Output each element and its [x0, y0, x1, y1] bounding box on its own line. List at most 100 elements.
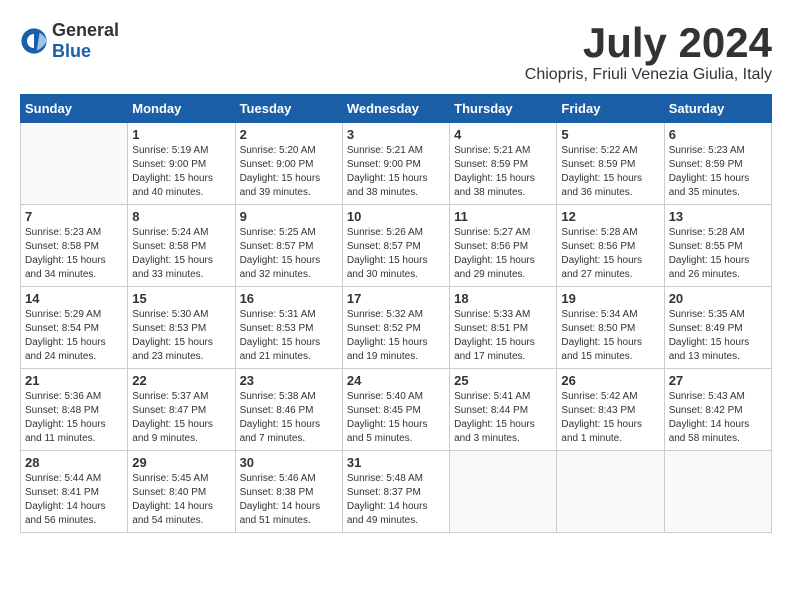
calendar-header: SundayMondayTuesdayWednesdayThursdayFrid…: [21, 95, 772, 123]
day-cell: 13 Sunrise: 5:28 AM Sunset: 8:55 PM Dayli…: [664, 205, 771, 287]
day-cell: 18 Sunrise: 5:33 AM Sunset: 8:51 PM Dayli…: [450, 287, 557, 369]
day-number: 30: [240, 455, 338, 470]
title-area: July 2024 Chiopris, Friuli Venezia Giuli…: [525, 20, 772, 84]
day-cell: 29 Sunrise: 5:45 AM Sunset: 8:40 PM Dayli…: [128, 451, 235, 533]
day-info: Sunrise: 5:43 AM Sunset: 8:42 PM Dayligh…: [669, 390, 767, 446]
day-info: Sunrise: 5:24 AM Sunset: 8:58 PM Dayligh…: [132, 226, 230, 282]
day-info: Sunrise: 5:48 AM Sunset: 8:37 PM Dayligh…: [347, 472, 445, 528]
day-number: 28: [25, 455, 123, 470]
header-cell-tuesday: Tuesday: [235, 95, 342, 123]
day-cell: 8 Sunrise: 5:24 AM Sunset: 8:58 PM Daylig…: [128, 205, 235, 287]
day-info: Sunrise: 5:26 AM Sunset: 8:57 PM Dayligh…: [347, 226, 445, 282]
day-cell: [450, 451, 557, 533]
day-info: Sunrise: 5:31 AM Sunset: 8:53 PM Dayligh…: [240, 308, 338, 364]
day-info: Sunrise: 5:41 AM Sunset: 8:44 PM Dayligh…: [454, 390, 552, 446]
day-info: Sunrise: 5:38 AM Sunset: 8:46 PM Dayligh…: [240, 390, 338, 446]
day-number: 21: [25, 373, 123, 388]
day-cell: 5Sunrise: 5:22 AM Sunset: 8:59 PM Daylig…: [557, 123, 664, 205]
day-cell: 23Sunrise: 5:38 AM Sunset: 8:46 PM Dayli…: [235, 369, 342, 451]
day-cell: 28 Sunrise: 5:44 AM Sunset: 8:41 PM Dayli…: [21, 451, 128, 533]
header-row: SundayMondayTuesdayWednesdayThursdayFrid…: [21, 95, 772, 123]
day-number: 20: [669, 291, 767, 306]
day-number: 13: [669, 209, 767, 224]
day-number: 14: [25, 291, 123, 306]
day-cell: 9 Sunrise: 5:25 AM Sunset: 8:57 PM Daylig…: [235, 205, 342, 287]
day-cell: 20 Sunrise: 5:35 AM Sunset: 8:49 PM Dayli…: [664, 287, 771, 369]
day-number: 31: [347, 455, 445, 470]
day-number: 29: [132, 455, 230, 470]
day-cell: 14 Sunrise: 5:29 AM Sunset: 8:54 PM Dayli…: [21, 287, 128, 369]
header-cell-monday: Monday: [128, 95, 235, 123]
day-info: Sunrise: 5:21 AM Sunset: 8:59 PM Dayligh…: [454, 144, 552, 200]
day-info: Sunrise: 5:42 AM Sunset: 8:43 PM Dayligh…: [561, 390, 659, 446]
day-cell: 22Sunrise: 5:37 AM Sunset: 8:47 PM Dayli…: [128, 369, 235, 451]
day-info: Sunrise: 5:33 AM Sunset: 8:51 PM Dayligh…: [454, 308, 552, 364]
day-cell: 24 Sunrise: 5:40 AM Sunset: 8:45 PM Dayli…: [342, 369, 449, 451]
day-number: 24: [347, 373, 445, 388]
calendar-body: 1 Sunrise: 5:19 AM Sunset: 9:00 PM Daylig…: [21, 123, 772, 533]
day-info: Sunrise: 5:34 AM Sunset: 8:50 PM Dayligh…: [561, 308, 659, 364]
day-number: 18: [454, 291, 552, 306]
day-info: Sunrise: 5:23 AM Sunset: 8:58 PM Dayligh…: [25, 226, 123, 282]
day-cell: 30 Sunrise: 5:46 AM Sunset: 8:38 PM Dayli…: [235, 451, 342, 533]
day-info: Sunrise: 5:22 AM Sunset: 8:59 PM Dayligh…: [561, 144, 659, 200]
day-info: Sunrise: 5:37 AM Sunset: 8:47 PM Dayligh…: [132, 390, 230, 446]
day-cell: [557, 451, 664, 533]
day-cell: 3Sunrise: 5:21 AM Sunset: 9:00 PM Daylig…: [342, 123, 449, 205]
day-info: Sunrise: 5:20 AM Sunset: 9:00 PM Dayligh…: [240, 144, 338, 200]
header-cell-friday: Friday: [557, 95, 664, 123]
day-cell: 19Sunrise: 5:34 AM Sunset: 8:50 PM Dayli…: [557, 287, 664, 369]
day-cell: [664, 451, 771, 533]
week-row-2: 7Sunrise: 5:23 AM Sunset: 8:58 PM Daylig…: [21, 205, 772, 287]
day-number: 10: [347, 209, 445, 224]
day-info: Sunrise: 5:19 AM Sunset: 9:00 PM Dayligh…: [132, 144, 230, 200]
day-number: 17: [347, 291, 445, 306]
header-cell-sunday: Sunday: [21, 95, 128, 123]
day-info: Sunrise: 5:28 AM Sunset: 8:56 PM Dayligh…: [561, 226, 659, 282]
day-number: 9: [240, 209, 338, 224]
day-cell: 16 Sunrise: 5:31 AM Sunset: 8:53 PM Dayli…: [235, 287, 342, 369]
logo-general: General: [52, 20, 119, 40]
day-info: Sunrise: 5:27 AM Sunset: 8:56 PM Dayligh…: [454, 226, 552, 282]
day-number: 4: [454, 127, 552, 142]
day-number: 1: [132, 127, 230, 142]
day-cell: 2 Sunrise: 5:20 AM Sunset: 9:00 PM Daylig…: [235, 123, 342, 205]
day-number: 26: [561, 373, 659, 388]
day-number: 8: [132, 209, 230, 224]
day-info: Sunrise: 5:23 AM Sunset: 8:59 PM Dayligh…: [669, 144, 767, 200]
main-title: July 2024: [525, 20, 772, 66]
day-cell: 17 Sunrise: 5:32 AM Sunset: 8:52 PM Dayli…: [342, 287, 449, 369]
week-row-4: 21Sunrise: 5:36 AM Sunset: 8:48 PM Dayli…: [21, 369, 772, 451]
day-cell: 10 Sunrise: 5:26 AM Sunset: 8:57 PM Dayli…: [342, 205, 449, 287]
day-info: Sunrise: 5:28 AM Sunset: 8:55 PM Dayligh…: [669, 226, 767, 282]
week-row-3: 14 Sunrise: 5:29 AM Sunset: 8:54 PM Dayli…: [21, 287, 772, 369]
day-number: 16: [240, 291, 338, 306]
day-cell: 1 Sunrise: 5:19 AM Sunset: 9:00 PM Daylig…: [128, 123, 235, 205]
day-info: Sunrise: 5:30 AM Sunset: 8:53 PM Dayligh…: [132, 308, 230, 364]
day-cell: 12Sunrise: 5:28 AM Sunset: 8:56 PM Dayli…: [557, 205, 664, 287]
day-info: Sunrise: 5:25 AM Sunset: 8:57 PM Dayligh…: [240, 226, 338, 282]
logo-blue: Blue: [52, 41, 91, 61]
day-number: 6: [669, 127, 767, 142]
day-cell: 7Sunrise: 5:23 AM Sunset: 8:58 PM Daylig…: [21, 205, 128, 287]
day-info: Sunrise: 5:32 AM Sunset: 8:52 PM Dayligh…: [347, 308, 445, 364]
logo-icon: [20, 27, 48, 55]
header-cell-wednesday: Wednesday: [342, 95, 449, 123]
day-number: 2: [240, 127, 338, 142]
day-info: Sunrise: 5:46 AM Sunset: 8:38 PM Dayligh…: [240, 472, 338, 528]
day-cell: 15 Sunrise: 5:30 AM Sunset: 8:53 PM Dayli…: [128, 287, 235, 369]
page-header: General Blue July 2024 Chiopris, Friuli …: [20, 20, 772, 84]
day-number: 11: [454, 209, 552, 224]
calendar-table: SundayMondayTuesdayWednesdayThursdayFrid…: [20, 94, 772, 533]
header-cell-saturday: Saturday: [664, 95, 771, 123]
day-cell: 26 Sunrise: 5:42 AM Sunset: 8:43 PM Dayli…: [557, 369, 664, 451]
day-info: Sunrise: 5:29 AM Sunset: 8:54 PM Dayligh…: [25, 308, 123, 364]
day-cell: 31 Sunrise: 5:48 AM Sunset: 8:37 PM Dayli…: [342, 451, 449, 533]
day-number: 15: [132, 291, 230, 306]
day-info: Sunrise: 5:35 AM Sunset: 8:49 PM Dayligh…: [669, 308, 767, 364]
day-info: Sunrise: 5:45 AM Sunset: 8:40 PM Dayligh…: [132, 472, 230, 528]
day-info: Sunrise: 5:21 AM Sunset: 9:00 PM Dayligh…: [347, 144, 445, 200]
day-info: Sunrise: 5:40 AM Sunset: 8:45 PM Dayligh…: [347, 390, 445, 446]
subtitle: Chiopris, Friuli Venezia Giulia, Italy: [525, 66, 772, 84]
day-info: Sunrise: 5:44 AM Sunset: 8:41 PM Dayligh…: [25, 472, 123, 528]
